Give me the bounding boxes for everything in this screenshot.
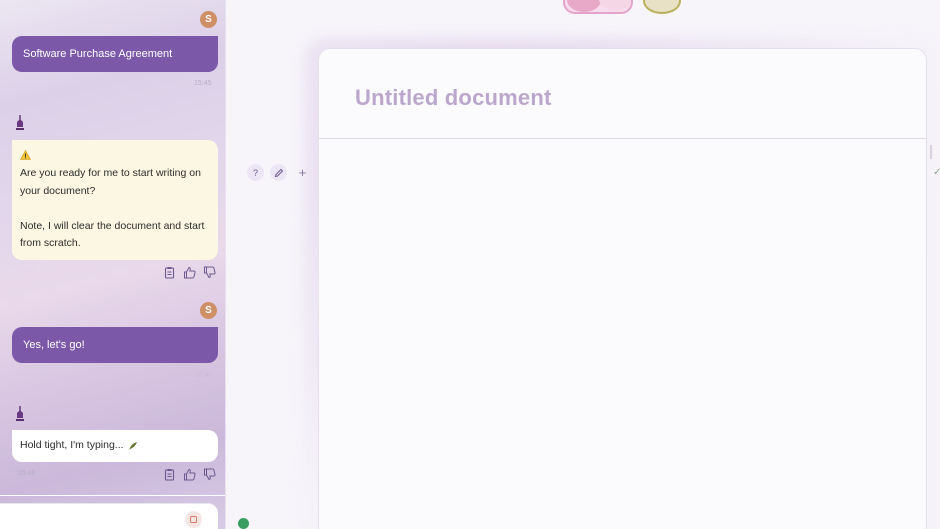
stop-button[interactable] — [185, 511, 202, 528]
thumbs-down-icon[interactable] — [203, 266, 216, 279]
assistant-message: Are you ready for me to start writing on… — [12, 140, 218, 260]
sidebar-divider — [0, 495, 225, 496]
message-actions — [163, 266, 216, 279]
user-message-text: Software Purchase Agreement — [23, 48, 173, 60]
user-message-text: Yes, let's go! — [23, 339, 85, 351]
help-button[interactable]: ? — [247, 164, 264, 181]
mode-toggle[interactable] — [563, 0, 633, 14]
assistant-line: Note, I will clear the document and star… — [20, 219, 205, 232]
assistant-typing-message: Hold tight, I'm typing... — [12, 430, 218, 462]
thumbs-up-icon[interactable] — [183, 468, 196, 481]
user-message: Yes, let's go! — [12, 327, 218, 363]
message-timestamp: 15:45 — [18, 268, 36, 275]
mode-toggle-right[interactable] — [599, 0, 631, 10]
pen-nib-icon — [16, 115, 24, 130]
message-timestamp: 15:46 — [195, 372, 213, 379]
stop-icon — [190, 516, 197, 523]
user-avatar: S — [200, 302, 217, 319]
clipboard-icon[interactable] — [163, 266, 176, 279]
document-header: Untitled document — [319, 49, 926, 139]
chat-sidebar: S Software Purchase Agreement 15:45 Are … — [0, 0, 226, 529]
typing-text: Hold tight, I'm typing... — [20, 439, 124, 452]
pen-nib-icon — [16, 406, 24, 421]
message-timestamp: 15:45 — [194, 80, 212, 87]
check-icon: ✓ — [933, 167, 940, 178]
assistant-line: Are you ready for me to start writing on — [20, 167, 201, 179]
help-icon: ? — [252, 167, 258, 178]
user-avatar: S — [200, 11, 217, 28]
scroll-indicator — [930, 145, 932, 159]
clipboard-icon[interactable] — [163, 468, 176, 481]
assistant-line: your document? — [20, 184, 96, 197]
feather-icon — [129, 442, 137, 450]
thumbs-up-icon[interactable] — [183, 266, 196, 279]
message-timestamp: 15:46 — [18, 470, 36, 477]
user-message: Software Purchase Agreement — [12, 36, 218, 72]
assistant-line-spacer — [20, 200, 210, 218]
edit-icon — [274, 168, 283, 177]
assistant-line: from scratch. — [20, 237, 81, 249]
thumbs-down-icon[interactable] — [203, 468, 216, 481]
document-editor[interactable]: Untitled document — [318, 48, 927, 529]
mode-toggle-left[interactable] — [567, 0, 601, 12]
warning-icon — [19, 149, 210, 165]
document-title[interactable]: Untitled document — [355, 85, 926, 111]
edit-button[interactable] — [270, 164, 287, 181]
message-actions — [163, 468, 216, 481]
profile-button[interactable] — [643, 0, 681, 14]
lock-icon — [238, 518, 249, 529]
